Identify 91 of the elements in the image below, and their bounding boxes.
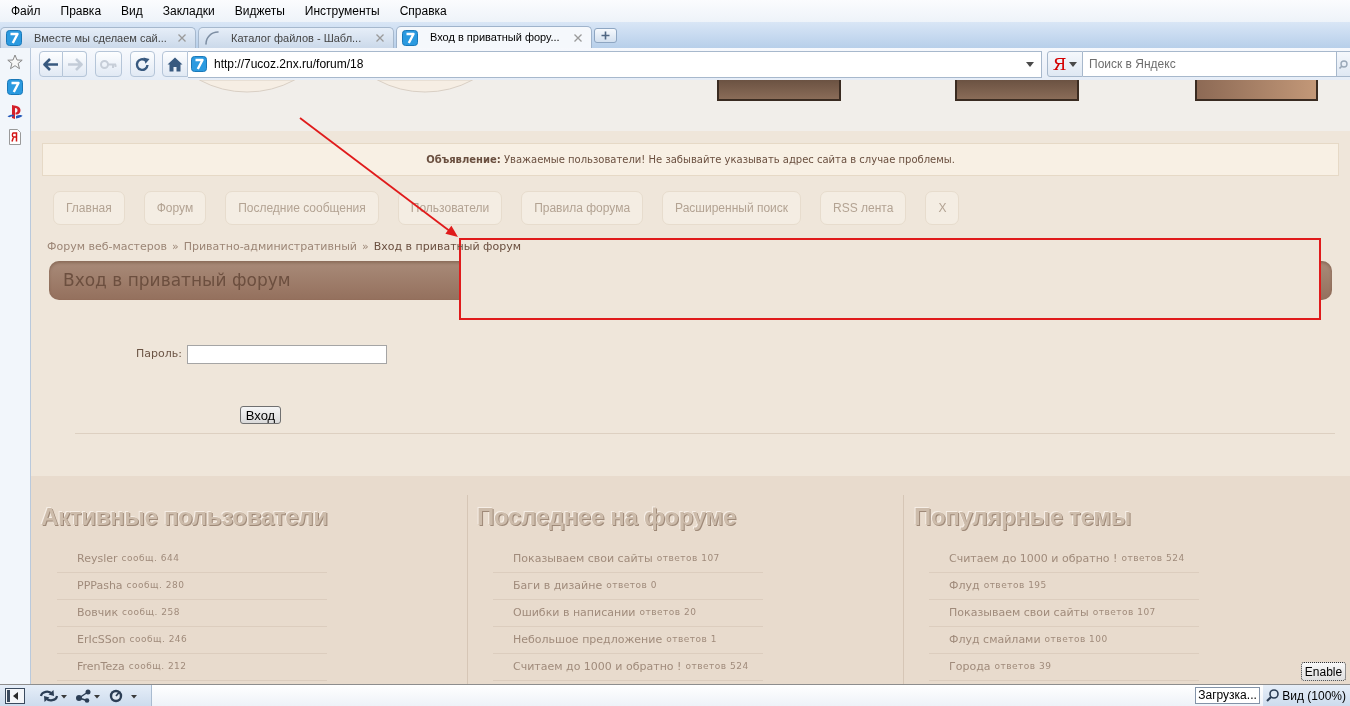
entry-link[interactable]: Флуд: [949, 577, 980, 595]
browser-tab[interactable]: Каталог файлов - Шабл...: [198, 27, 394, 48]
entry-link[interactable]: Флуд смайлами: [949, 631, 1041, 649]
home-icon: [167, 56, 183, 72]
nav-button[interactable]: Расширенный поиск: [662, 191, 802, 225]
password-field[interactable]: [187, 345, 387, 364]
loading-spinner-icon: [205, 31, 219, 45]
site-favicon-icon[interactable]: [7, 79, 23, 95]
enable-button[interactable]: Enable: [1301, 662, 1346, 681]
loading-status: Загрузка...: [1195, 687, 1261, 704]
menu-item[interactable]: Инструменты: [294, 3, 390, 19]
count-label: ответов 107: [656, 552, 720, 566]
breadcrumb-link[interactable]: Приватно-административный: [183, 240, 357, 254]
panel-toggle-icon[interactable]: [5, 687, 25, 704]
entry-link[interactable]: Ошибки в написании: [513, 604, 636, 622]
count-label: ответов 524: [1121, 552, 1185, 566]
nav-button[interactable]: Последние сообщения: [225, 191, 379, 225]
reload-button[interactable]: [130, 51, 155, 77]
share-icon[interactable]: [75, 688, 101, 703]
count-label: ответов 195: [983, 579, 1047, 593]
zoom-button[interactable]: Вид (100%): [1263, 685, 1350, 706]
announcement-text: Объявление: Уважаемые пользователи! Не забывайте указывать адрес сайта в случае проблемы.: [426, 153, 955, 167]
password-label: Пароль:: [135, 346, 182, 363]
count-label: ответов 20: [639, 606, 697, 620]
count-label: сообщ. 246: [129, 633, 188, 647]
logo-icon[interactable]: [7, 104, 23, 120]
site-favicon-icon: [191, 56, 207, 72]
count-label: ответов 1: [666, 633, 717, 647]
address-field[interactable]: http://7ucoz.2nx.ru/forum/18: [188, 50, 1042, 78]
close-icon[interactable]: [574, 33, 582, 42]
section-heading: Последнее на форуме: [476, 503, 737, 531]
entry-link[interactable]: FrenTeza: [77, 658, 125, 676]
menu-item[interactable]: Вид: [111, 3, 153, 19]
page-icon[interactable]: [7, 129, 23, 145]
browser-tab[interactable]: Вход в приватный фору...: [396, 26, 592, 48]
count-label: ответов 107: [1092, 606, 1156, 620]
caret-icon[interactable]: [1069, 61, 1078, 67]
entry-link[interactable]: Баги в дизайне: [513, 577, 603, 595]
search-field[interactable]: Поиск в Яндекс: [1083, 51, 1337, 77]
entry-link[interactable]: Показываем свои сайты: [513, 550, 653, 568]
reload-icon: [135, 56, 150, 72]
left-arrow-icon: [43, 57, 59, 71]
breadcrumb-separator: »: [171, 240, 179, 254]
star-icon[interactable]: [7, 54, 23, 70]
entry-link[interactable]: Вовчик: [77, 604, 119, 622]
gauge-icon[interactable]: [109, 688, 139, 703]
section-heading: Популярные темы: [913, 503, 1132, 531]
menu-item[interactable]: Правка: [50, 3, 112, 19]
entry-link[interactable]: Считаем до 1000 и обратно !: [949, 550, 1118, 568]
entry-link[interactable]: Небольшое предложение: [513, 631, 663, 649]
back-button[interactable]: [39, 51, 63, 77]
count-label: сообщ. 258: [122, 606, 180, 620]
menu-item[interactable]: Справка: [389, 3, 457, 19]
entry-link[interactable]: Reysler: [77, 550, 118, 568]
entry-link[interactable]: PPPasha: [77, 577, 123, 595]
count-label: ответов 0: [606, 579, 657, 593]
right-arrow-icon: [66, 57, 83, 71]
breadcrumb-link[interactable]: Форум веб-мастеров: [47, 240, 167, 254]
site-favicon-icon: [402, 29, 418, 46]
nav-button[interactable]: Правила форума: [521, 191, 644, 225]
caret-icon[interactable]: [1026, 61, 1034, 67]
menu-item[interactable]: Закладки: [152, 3, 225, 19]
breadcrumb-separator: »: [362, 240, 369, 254]
section-heading: Активные пользователи: [40, 503, 329, 531]
entry-link[interactable]: ErIcSSon: [77, 631, 126, 649]
count-label: сообщ. 212: [128, 660, 187, 674]
site-favicon-icon: [6, 30, 22, 46]
nav-button[interactable]: RSS лента: [820, 191, 907, 225]
login-button[interactable]: Вход: [240, 406, 281, 424]
browser-tab[interactable]: Вместе мы сделаем сай...: [0, 27, 196, 48]
key-icon: [100, 59, 117, 69]
menu-item[interactable]: Виджеты: [224, 3, 295, 19]
count-label: ответов 524: [685, 660, 749, 674]
menu-item[interactable]: Файл: [1, 3, 51, 19]
entry-link[interactable]: Города: [949, 658, 991, 676]
entry-link[interactable]: Показываем свои сайты: [949, 604, 1089, 622]
plus-icon: [601, 31, 610, 40]
new-tab-button[interactable]: [594, 28, 617, 43]
home-button[interactable]: [162, 51, 188, 77]
count-label: ответов 100: [1044, 633, 1108, 647]
search-icon: [1339, 59, 1348, 69]
nav-button[interactable]: X: [925, 191, 960, 225]
nav-button[interactable]: Форум: [143, 191, 207, 225]
count-label: сообщ. 280: [126, 579, 185, 593]
sync-icon[interactable]: [38, 688, 68, 703]
count-label: ответов 39: [994, 660, 1052, 674]
entry-link[interactable]: Считаем до 1000 и обратно !: [513, 658, 682, 676]
search-engine-button[interactable]: Я: [1047, 51, 1083, 77]
nav-button[interactable]: Главная: [53, 191, 125, 225]
count-label: сообщ. 644: [121, 552, 180, 566]
magnifier-icon: [1266, 689, 1280, 702]
